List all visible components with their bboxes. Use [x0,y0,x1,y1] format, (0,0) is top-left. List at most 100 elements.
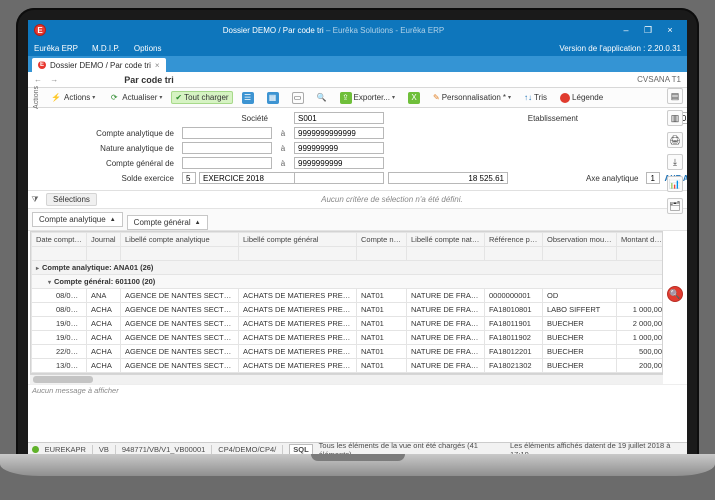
window-title-vendor: – [326,26,333,35]
side-tool-2[interactable]: ▥ [667,110,683,126]
menu-item-options[interactable]: Options [134,44,162,53]
side-tool-folder-icon[interactable]: 🗂 [667,198,683,214]
status-path: CP4/DEMO/CP4/ [218,445,283,454]
col-lib-nat[interactable]: Libellé compte nature [407,233,485,247]
window-restore-button[interactable]: ❐ [637,25,659,36]
solde-value-field[interactable] [388,172,508,184]
ribbon-actions-label: Actions [32,86,41,109]
grid-header-row: Date comptable Journal Libellé compte an… [32,233,664,247]
export-label: Exporter... [354,93,390,102]
to-label: à [276,144,290,153]
scrollbar-thumb[interactable] [33,376,93,383]
selection-empty-msg: Aucun critère de sélection n'a été défin… [97,195,687,204]
group-row-general[interactable]: ▾Compte général: 601100 (20) [32,275,664,289]
refresh-button[interactable]: ⟳ Actualiser ▾ [104,90,166,106]
side-tool-print-icon[interactable]: 🖨 [667,132,683,148]
group-badge-compte-general[interactable]: Compte général ▲ [127,215,208,230]
app-window: E Dossier DEMO / Par code tri – Eurêka S… [28,20,687,456]
export-button[interactable]: ⇪ Exporter... ▾ [336,90,399,106]
legend-button[interactable]: Légende [556,91,607,105]
group-badge-label: Compte analytique [39,215,106,224]
sort-label: Tris [534,93,547,102]
menu-item-eureka[interactable]: Eurêka ERP [34,44,78,53]
nature-to-field[interactable] [294,142,384,154]
selection-bar: ⧩ Sélections Aucun critère de sélection … [28,191,687,209]
solde-index-field[interactable] [182,172,196,184]
side-tool-download-icon[interactable]: ⤓ [667,154,683,170]
col-lib-ana[interactable]: Libellé compte analytique [121,233,239,247]
nav-fwd-icon[interactable]: → [50,75,58,84]
compte-gen-label: Compte général de [88,159,178,168]
solde-label: Solde exercice [88,174,178,183]
menubar: Eurêka ERP M.D.I.P. Options Version de l… [28,40,687,56]
compte-ana-to-field[interactable] [294,127,384,139]
col-ref[interactable]: Référence pièce [485,233,543,247]
document-tab-title: Dossier DEMO / Par code tri [50,61,151,70]
col-lib-gen[interactable]: Libellé compte général [239,233,357,247]
solde-from-field[interactable] [294,172,384,184]
actions-menu-button[interactable]: ⚡ Actions ▾ [46,90,99,106]
sort-asc-icon: ▲ [110,217,116,223]
window-minimize-button[interactable]: – [615,25,637,35]
filter-form: Société Etablissement Compte analytique … [28,108,687,191]
compte-gen-from-field[interactable] [182,157,272,169]
axis-index-field[interactable] [646,172,660,184]
societe-field[interactable] [294,112,384,124]
table-row[interactable]: 13/02/2018ACHAAGENCE DE NANTES SECTEUR 0… [32,359,664,373]
legend-label: Légende [572,93,603,102]
window-title: Dossier DEMO / Par code tri – Eurêka Sol… [52,26,615,35]
load-all-button[interactable]: ✔ Tout charger [171,91,232,104]
grid-filter-row[interactable] [32,247,664,261]
excel-button[interactable]: X [404,90,424,106]
col-nat[interactable]: Compte nature [357,233,407,247]
laptop-base [0,454,715,476]
col-date[interactable]: Date comptable [32,233,87,247]
table-row[interactable]: 08/01/2018ANAAGENCE DE NANTES SECTEUR 01… [32,289,664,303]
window-close-button[interactable]: × [659,25,681,35]
nature-from-field[interactable] [182,142,272,154]
compte-ana-from-field[interactable] [182,127,272,139]
tab-close-icon[interactable]: × [155,61,160,70]
side-tool-chart-icon[interactable]: 📊 [667,176,683,192]
table-row[interactable]: 19/01/2018ACHAAGENCE DE NANTES SECTEUR 0… [32,317,664,331]
table-row[interactable]: 19/01/2018ACHAAGENCE DE NANTES SECTEUR 0… [32,331,664,345]
titlebar: E Dossier DEMO / Par code tri – Eurêka S… [28,20,687,40]
view-tree-button[interactable]: ☰ [238,90,258,106]
view-cards-button[interactable]: ▭ [288,90,308,106]
filter-funnel-icon[interactable]: ⧩ [28,195,42,205]
col-journal[interactable]: Journal [87,233,121,247]
menu-item-mdip[interactable]: M.D.I.P. [92,44,120,53]
nav-back-icon[interactable]: ← [34,75,42,84]
col-obs[interactable]: Observation mouvement [543,233,617,247]
side-tool-1[interactable]: ▤ [667,88,683,104]
sort-button[interactable]: ↑↓ Tris [520,91,551,104]
table-row[interactable]: 08/01/2018ACHAAGENCE DE NANTES SECTEUR 0… [32,303,664,317]
col-debit[interactable]: Montant débit [617,233,664,247]
group-by-row[interactable]: Compte analytique ▲ Compte général ▲ [28,209,687,231]
group-badge-compte-analytique[interactable]: Compte analytique ▲ [32,212,123,227]
find-button[interactable]: 🔍 [667,286,683,302]
selections-tab-button[interactable]: Sélections [46,193,97,206]
app-version-label: Version de l'application : 2.20.0.31 [559,44,681,53]
side-toolbar: ▤ ▥ 🖨 ⤓ 📊 🗂 🔍 [665,88,685,302]
compte-gen-to-field[interactable] [294,157,384,169]
horizontal-scrollbar[interactable] [30,374,663,384]
status-db: EUREKAPR [45,445,93,454]
personalize-button[interactable]: ✎ Personnalisation* ▾ [429,91,515,104]
document-tab[interactable]: E Dossier DEMO / Par code tri × [32,58,166,72]
message-line: Aucun message à afficher [28,384,687,396]
document-tabstrip: E Dossier DEMO / Par code tri × [28,56,687,72]
laptop-bezel: E Dossier DEMO / Par code tri – Eurêka S… [16,8,699,456]
app-logo-icon: E [34,24,46,36]
etablissement-label: Etablissement [512,114,582,123]
window-title-main: Dossier DEMO / Par code tri [223,26,324,35]
cards-view-icon: ▭ [292,92,304,104]
nature-label: Nature analytique de [88,144,178,153]
personalize-label: Personnalisation [442,93,501,102]
page-title: Par code tri [124,75,174,85]
table-row[interactable]: 22/01/2018ACHAAGENCE DE NANTES SECTEUR 0… [32,345,664,359]
group-row-analytique[interactable]: ▸Compte analytique: ANA01 (26) [32,261,664,275]
zoom-button[interactable]: 🔍 [313,91,331,104]
view-grid-button[interactable]: ▦ [263,90,283,106]
to-label: à [276,129,290,138]
